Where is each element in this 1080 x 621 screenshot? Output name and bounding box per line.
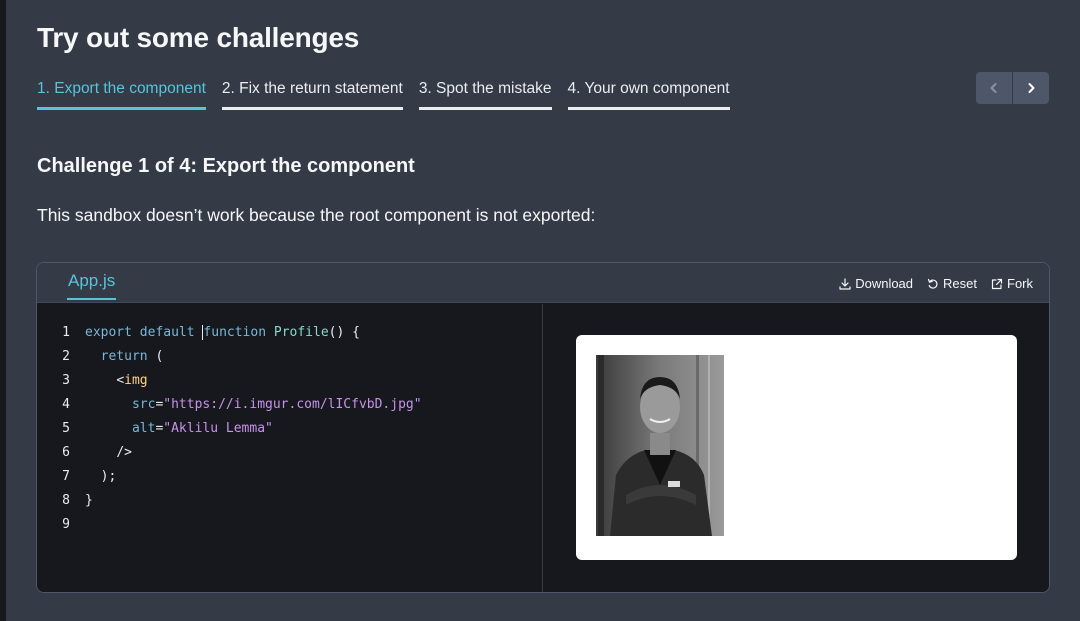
code-line: 7 ); xyxy=(37,465,116,489)
code-content: src="https://i.imgur.com/lICfvbD.jpg" xyxy=(131,397,422,412)
reset-icon xyxy=(927,278,938,289)
line-number: 4 xyxy=(62,397,70,412)
line-number: 3 xyxy=(62,373,70,388)
code-line: 6 /> xyxy=(37,441,132,465)
preview-frame xyxy=(576,335,1017,560)
next-challenge-button[interactable] xyxy=(1013,72,1049,104)
code-content: <img xyxy=(116,373,148,388)
download-icon xyxy=(839,277,851,290)
line-number: 9 xyxy=(62,517,70,532)
tab-spot-the-mistake[interactable]: 3. Spot the mistake xyxy=(418,80,552,110)
code-line: 3 <img xyxy=(37,369,148,393)
line-number: 5 xyxy=(62,421,70,436)
code-line: 8 } xyxy=(37,489,93,513)
profile-photo xyxy=(596,355,724,536)
challenge-description: This sandbox doesn’t work because the ro… xyxy=(37,205,596,225)
line-number: 7 xyxy=(62,469,70,484)
challenge-nav xyxy=(976,72,1049,104)
code-editor[interactable]: 1 export default function Profile() { 2 … xyxy=(37,304,543,592)
code-line: 1 export default function Profile() { xyxy=(37,321,360,345)
challenge-heading: Challenge 1 of 4: Export the component xyxy=(37,155,415,178)
file-tab-app-js[interactable]: App.js xyxy=(67,271,117,300)
tab-your-own-component[interactable]: 4. Your own component xyxy=(567,80,730,110)
fork-button[interactable]: Fork xyxy=(991,276,1033,291)
line-number: 6 xyxy=(62,445,70,460)
previous-challenge-button[interactable] xyxy=(976,72,1012,104)
sandbox-actions: Download Reset Fork xyxy=(839,276,1033,291)
challenge-counter: Challenge 1 of 4: xyxy=(37,155,198,177)
code-content: return ( xyxy=(100,349,164,364)
code-line: 4 src="https://i.imgur.com/lICfvbD.jpg" xyxy=(37,393,422,417)
chevron-left-icon xyxy=(990,83,997,93)
code-content: alt="Aklilu Lemma" xyxy=(131,421,273,436)
tab-export-the-component[interactable]: 1. Export the component xyxy=(37,80,206,110)
reset-label: Reset xyxy=(943,276,977,291)
code-line: 2 return ( xyxy=(37,345,163,369)
external-link-icon xyxy=(991,278,1003,289)
challenges-panel: Try out some challenges 1. Export the co… xyxy=(6,0,1080,621)
sandbox-header: App.js Download Reset Fork xyxy=(37,263,1049,303)
code-sandbox: App.js Download Reset Fork 1 export defa… xyxy=(36,262,1050,593)
line-number: 8 xyxy=(62,493,70,508)
reset-button[interactable]: Reset xyxy=(927,276,977,291)
portrait-image xyxy=(596,355,724,536)
code-line: 9 xyxy=(37,513,85,537)
tab-fix-the-return-statement[interactable]: 2. Fix the return statement xyxy=(221,80,403,110)
challenge-tabs: 1. Export the component 2. Fix the retur… xyxy=(37,80,730,110)
line-number: 1 xyxy=(62,325,70,340)
page-title: Try out some challenges xyxy=(37,22,360,53)
code-line: 5 alt="Aklilu Lemma" xyxy=(37,417,273,441)
preview-pane xyxy=(544,304,1049,592)
download-button[interactable]: Download xyxy=(839,276,913,291)
download-label: Download xyxy=(855,276,914,291)
fork-label: Fork xyxy=(1007,276,1033,291)
chevron-right-icon xyxy=(1028,83,1035,93)
code-content: ); xyxy=(100,469,117,484)
code-content: /> xyxy=(116,445,132,460)
code-content: } xyxy=(85,493,93,508)
code-content: export default function Profile() { xyxy=(85,325,360,340)
challenge-name: Export the component xyxy=(202,155,415,177)
line-number: 2 xyxy=(62,349,70,364)
